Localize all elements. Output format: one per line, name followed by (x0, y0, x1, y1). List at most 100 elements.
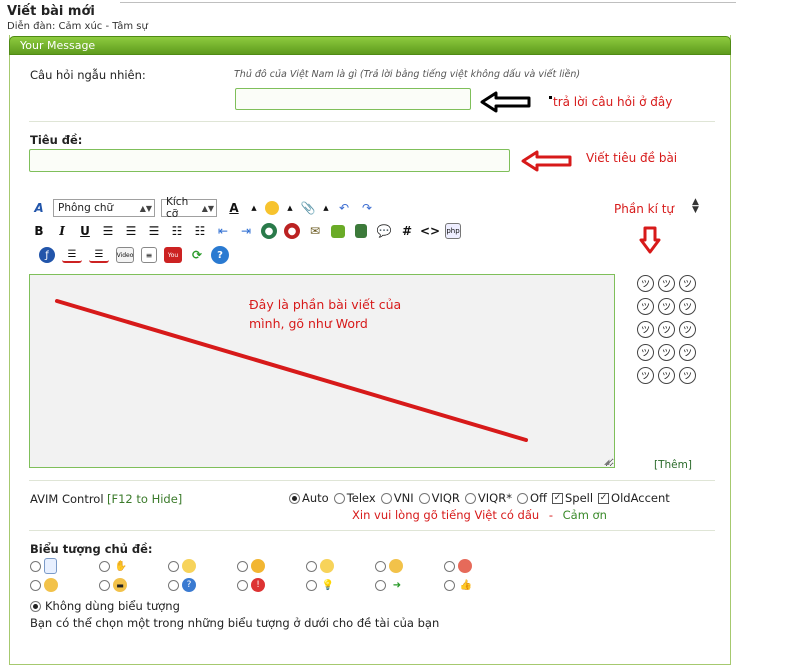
avim-radio-off[interactable] (516, 492, 528, 504)
italic-button[interactable]: I (53, 222, 71, 240)
highlight-line-icon[interactable]: ☰ (88, 246, 110, 264)
smiley-icon[interactable]: ツ (679, 367, 696, 384)
post-icon-option[interactable]: 💡 (306, 577, 375, 593)
smiley-icon[interactable]: ツ (679, 298, 696, 315)
post-icon-radio[interactable] (30, 579, 41, 591)
flash-icon[interactable]: ƒ (38, 246, 56, 264)
strike-line-icon[interactable]: ☰ (61, 246, 83, 264)
post-icon-option[interactable] (375, 558, 444, 574)
post-icon-option[interactable]: ✋ (99, 558, 168, 574)
post-icon-radio[interactable] (99, 560, 110, 572)
ordered-list-icon[interactable]: ☷ (168, 222, 186, 240)
avim-radio-auto[interactable] (289, 492, 300, 504)
align-right-icon[interactable]: ☰ (145, 222, 163, 240)
post-icon-option[interactable]: ▬ (99, 577, 168, 593)
post-icon-radio[interactable] (99, 579, 110, 591)
avim-radio-vni[interactable] (380, 492, 392, 504)
smiley-icon[interactable]: ツ (679, 321, 696, 338)
spell-checkbox[interactable]: ✓ (551, 492, 563, 504)
post-icon-radio[interactable] (168, 560, 179, 572)
attach-dropdown-icon[interactable]: ▲ (322, 199, 330, 217)
text-color-icon[interactable]: A (223, 199, 245, 217)
unordered-list-icon[interactable]: ☷ (191, 222, 209, 240)
post-icon-radio[interactable] (30, 560, 41, 572)
post-icon-option[interactable] (168, 558, 237, 574)
avim-radio-telex[interactable] (333, 492, 345, 504)
post-icon-option[interactable] (30, 558, 99, 574)
post-icon-option[interactable] (30, 577, 99, 593)
youtube-icon[interactable]: You (163, 246, 183, 264)
insert-link-icon[interactable]: ● (260, 222, 278, 240)
undo-icon[interactable]: ↶ (335, 199, 353, 217)
avim-label: AVIM Control (30, 492, 104, 506)
post-icon-option[interactable] (444, 558, 513, 574)
post-icon-radio[interactable] (168, 579, 179, 591)
avim-radio-viqr[interactable] (418, 492, 430, 504)
post-icon-radio[interactable] (444, 560, 455, 572)
code-button[interactable]: <> (420, 222, 440, 240)
oldaccent-checkbox[interactable]: ✓ (598, 492, 610, 504)
smilies-grid: ツ ツ ツ ツ ツ ツ ツ ツ ツ ツ ツ ツ ツ ツ ツ (637, 275, 696, 384)
quote-icon[interactable]: 💬 (375, 222, 393, 240)
insert-video-icon[interactable] (352, 222, 370, 240)
underline-button[interactable]: U (76, 222, 94, 240)
smiley-icon[interactable]: ツ (637, 367, 654, 384)
subject-input[interactable] (29, 149, 510, 172)
question-answer-input[interactable] (235, 88, 471, 110)
more-smilies-link[interactable]: [Thêm] (654, 459, 692, 471)
post-icon-radio[interactable] (237, 560, 248, 572)
smiley-icon[interactable]: ツ (637, 321, 654, 338)
align-center-icon[interactable]: ☰ (122, 222, 140, 240)
indent-icon[interactable]: ⇥ (237, 222, 255, 240)
font-select[interactable]: Phông chữ ▲▼ (53, 199, 155, 217)
google-video-icon[interactable]: Video (115, 246, 135, 264)
resize-handle-icon[interactable]: ▲ ▼ (692, 198, 699, 215)
post-icons-label: Biểu tượng chủ đề: (30, 542, 153, 556)
email-link-icon[interactable]: ✉ (306, 222, 324, 240)
php-icon[interactable]: php (444, 222, 462, 240)
hash-button[interactable]: # (398, 222, 416, 240)
post-icon-radio[interactable] (375, 560, 386, 572)
remove-format-icon[interactable]: A (30, 199, 48, 217)
avim-options: Auto Telex VNI VIQR VIQR* Off ✓ Spell ✓ Ol… (289, 491, 670, 505)
spoiler-icon[interactable]: ≡ (140, 246, 158, 264)
post-icon-radio[interactable] (444, 579, 455, 591)
post-icon-option[interactable]: ➜ (375, 577, 444, 593)
remove-link-icon[interactable]: ● (283, 222, 301, 240)
post-icon-radio[interactable] (375, 579, 386, 591)
post-icon-radio[interactable] (306, 579, 317, 591)
post-icon-option[interactable]: 👍 (444, 577, 513, 593)
smiley-icon[interactable]: ツ (658, 367, 675, 384)
post-icon-option[interactable] (237, 558, 306, 574)
post-icon-radio[interactable] (306, 560, 317, 572)
bold-button[interactable]: B (30, 222, 48, 240)
redo-icon[interactable]: ↷ (358, 199, 376, 217)
smilies-menu-icon[interactable] (263, 199, 281, 217)
no-icon-option[interactable]: Không dùng biểu tượng (30, 599, 180, 613)
smiley-icon[interactable]: ツ (658, 344, 675, 361)
outdent-icon[interactable]: ⇤ (214, 222, 232, 240)
editor-resize-grip-icon[interactable]: ◢ (604, 458, 614, 467)
smiley-icon[interactable]: ツ (658, 321, 675, 338)
post-icon-option[interactable] (306, 558, 375, 574)
color-dropdown-icon[interactable]: ▲ (250, 199, 258, 217)
smiley-icon[interactable]: ツ (637, 275, 654, 292)
smiley-icon[interactable]: ツ (679, 344, 696, 361)
smilies-dropdown-icon[interactable]: ▲ (286, 199, 294, 217)
post-icon-option[interactable]: ? (168, 577, 237, 593)
avim-radio-viqr-star[interactable] (464, 492, 476, 504)
size-select[interactable]: Kích cỡ ▲▼ (161, 196, 217, 220)
insert-image-icon[interactable] (329, 222, 347, 240)
align-left-icon[interactable]: ☰ (99, 222, 117, 240)
help-icon[interactable]: ? (211, 246, 229, 264)
smiley-icon[interactable]: ツ (637, 344, 654, 361)
post-icon-option[interactable]: ! (237, 577, 306, 593)
smiley-icon[interactable]: ツ (658, 298, 675, 315)
attachment-icon[interactable]: 📎 (299, 199, 317, 217)
smiley-icon[interactable]: ツ (658, 275, 675, 292)
no-icon-radio[interactable] (30, 600, 41, 612)
post-icon-radio[interactable] (237, 579, 248, 591)
smiley-icon[interactable]: ツ (637, 298, 654, 315)
refresh-icon[interactable]: ⟳ (188, 246, 206, 264)
smiley-icon[interactable]: ツ (679, 275, 696, 292)
